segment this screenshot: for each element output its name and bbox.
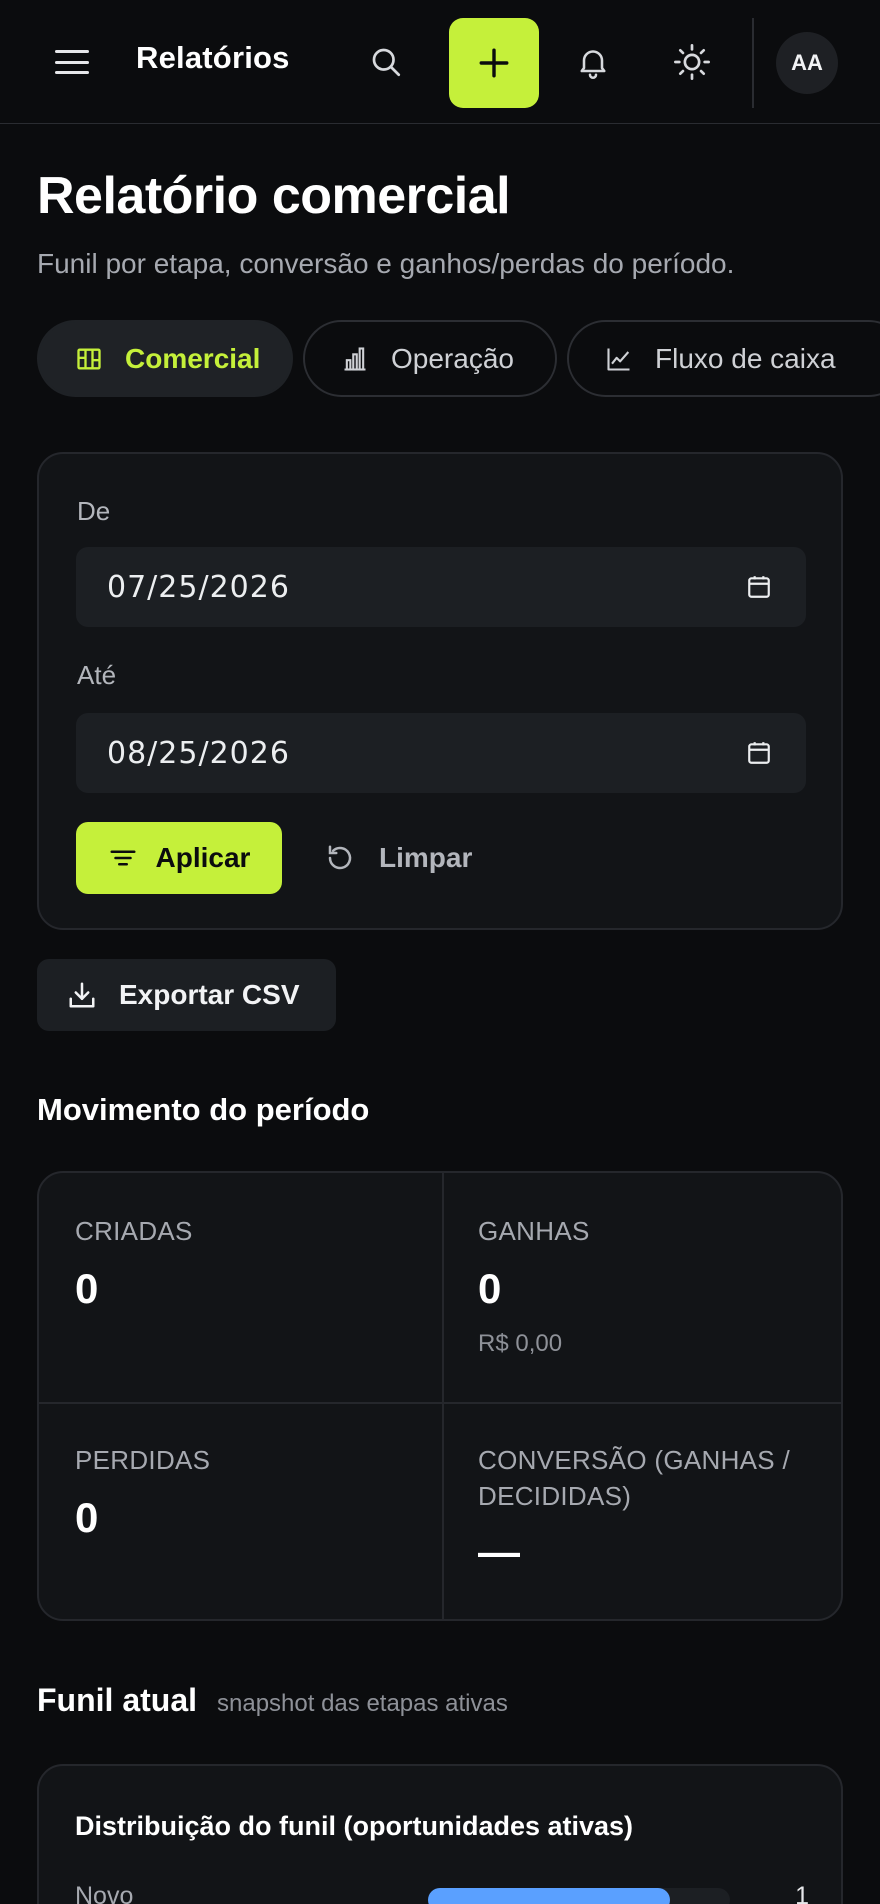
search-button[interactable]: [352, 28, 420, 96]
tab-operacao-label: Operação: [391, 342, 514, 374]
funnel-title: Funil atual: [37, 1682, 197, 1718]
reset-icon: [328, 845, 352, 870]
funnel-card-title: Distribuição do funil (oportunidades ati…: [75, 1811, 634, 1841]
tab-fluxo-de-caixa[interactable]: Fluxo de caixa: [567, 320, 880, 397]
page-subtitle: Funil por etapa, conversão e ganhos/perd…: [37, 248, 735, 279]
metric-label: CRIADAS: [75, 1216, 193, 1246]
tab-operacao[interactable]: Operação: [303, 320, 557, 397]
funnel-bar-track: [428, 1888, 730, 1904]
menu-icon[interactable]: [52, 45, 92, 79]
app-title: Relatórios: [136, 40, 290, 75]
funnel-subtitle: snapshot das etapas ativas: [217, 1690, 508, 1717]
metric-label: CONVERSÃO (GANHAS / DECIDIDAS): [478, 1445, 790, 1511]
export-csv-button[interactable]: Exportar CSV: [37, 959, 336, 1031]
funnel-bar: [428, 1888, 670, 1904]
movement-title: Movimento do período: [37, 1092, 370, 1127]
metric-label: GANHAS: [478, 1216, 590, 1246]
metric-ganhas: GANHAS 0 R$ 0,00: [442, 1173, 841, 1402]
apply-label: Aplicar: [155, 842, 251, 873]
filter-card: De 07/25/2026 Até 08/25/2026 Aplicar Lim…: [37, 452, 843, 930]
to-date-value: 08/25/2026: [107, 735, 290, 771]
metric-conversao: CONVERSÃO (GANHAS / DECIDIDAS) —: [442, 1402, 841, 1619]
metric-criadas: CRIADAS 0: [39, 1173, 442, 1402]
avatar[interactable]: AA: [776, 32, 838, 94]
bar-chart-icon: [344, 346, 366, 371]
to-date-input[interactable]: 08/25/2026: [76, 713, 806, 793]
metric-value: 0: [478, 1265, 502, 1312]
metrics-grid: CRIADAS 0 GANHAS 0 R$ 0,00 PERDIDAS 0 CO…: [37, 1171, 843, 1621]
metric-label: PERDIDAS: [75, 1445, 211, 1475]
tab-fluxo-label: Fluxo de caixa: [655, 342, 836, 374]
from-label: De: [77, 496, 111, 526]
page-title: Relatório comercial: [37, 167, 511, 225]
export-label: Exportar CSV: [119, 979, 300, 1010]
clear-label: Limpar: [379, 842, 473, 873]
apply-button[interactable]: Aplicar: [76, 822, 282, 894]
calendar-icon: [748, 576, 770, 598]
from-date-value: 07/25/2026: [107, 569, 290, 605]
bell-icon: [580, 50, 606, 79]
top-bar: Relatórios AA: [0, 0, 880, 124]
report-tabs: Comercial Operação Fluxo de caixa: [37, 320, 880, 397]
calendar-icon: [748, 742, 770, 764]
to-label: Até: [77, 660, 117, 690]
notifications-button[interactable]: [559, 28, 627, 96]
from-date-input[interactable]: 07/25/2026: [76, 547, 806, 627]
tab-comercial-label: Comercial: [125, 342, 261, 374]
search-icon: [372, 48, 401, 77]
funnel-header: Funil atual snapshot das etapas ativas: [37, 1682, 508, 1719]
filter-icon: [110, 850, 136, 866]
tab-comercial[interactable]: Comercial: [37, 320, 293, 397]
funnel-row: Novo 1: [75, 1878, 809, 1904]
metric-value: 0: [75, 1494, 99, 1541]
download-icon: [69, 982, 95, 1008]
metric-value: —: [478, 1528, 520, 1575]
funnel-stage-count: 1: [795, 1882, 809, 1904]
clear-button[interactable]: Limpar: [325, 822, 472, 894]
metric-value: 0: [75, 1265, 99, 1312]
theme-toggle[interactable]: [658, 28, 726, 96]
metric-perdidas: PERDIDAS 0: [39, 1402, 442, 1619]
plus-icon: [479, 48, 509, 78]
metric-amount: R$ 0,00: [478, 1330, 563, 1357]
sun-icon: [674, 44, 710, 80]
kanban-icon: [77, 348, 101, 369]
add-button[interactable]: [449, 18, 539, 108]
line-chart-icon: [607, 348, 630, 371]
funnel-stage-label: Novo: [75, 1882, 134, 1904]
header-divider: [752, 18, 754, 108]
funnel-card: Distribuição do funil (oportunidades ati…: [37, 1764, 843, 1904]
